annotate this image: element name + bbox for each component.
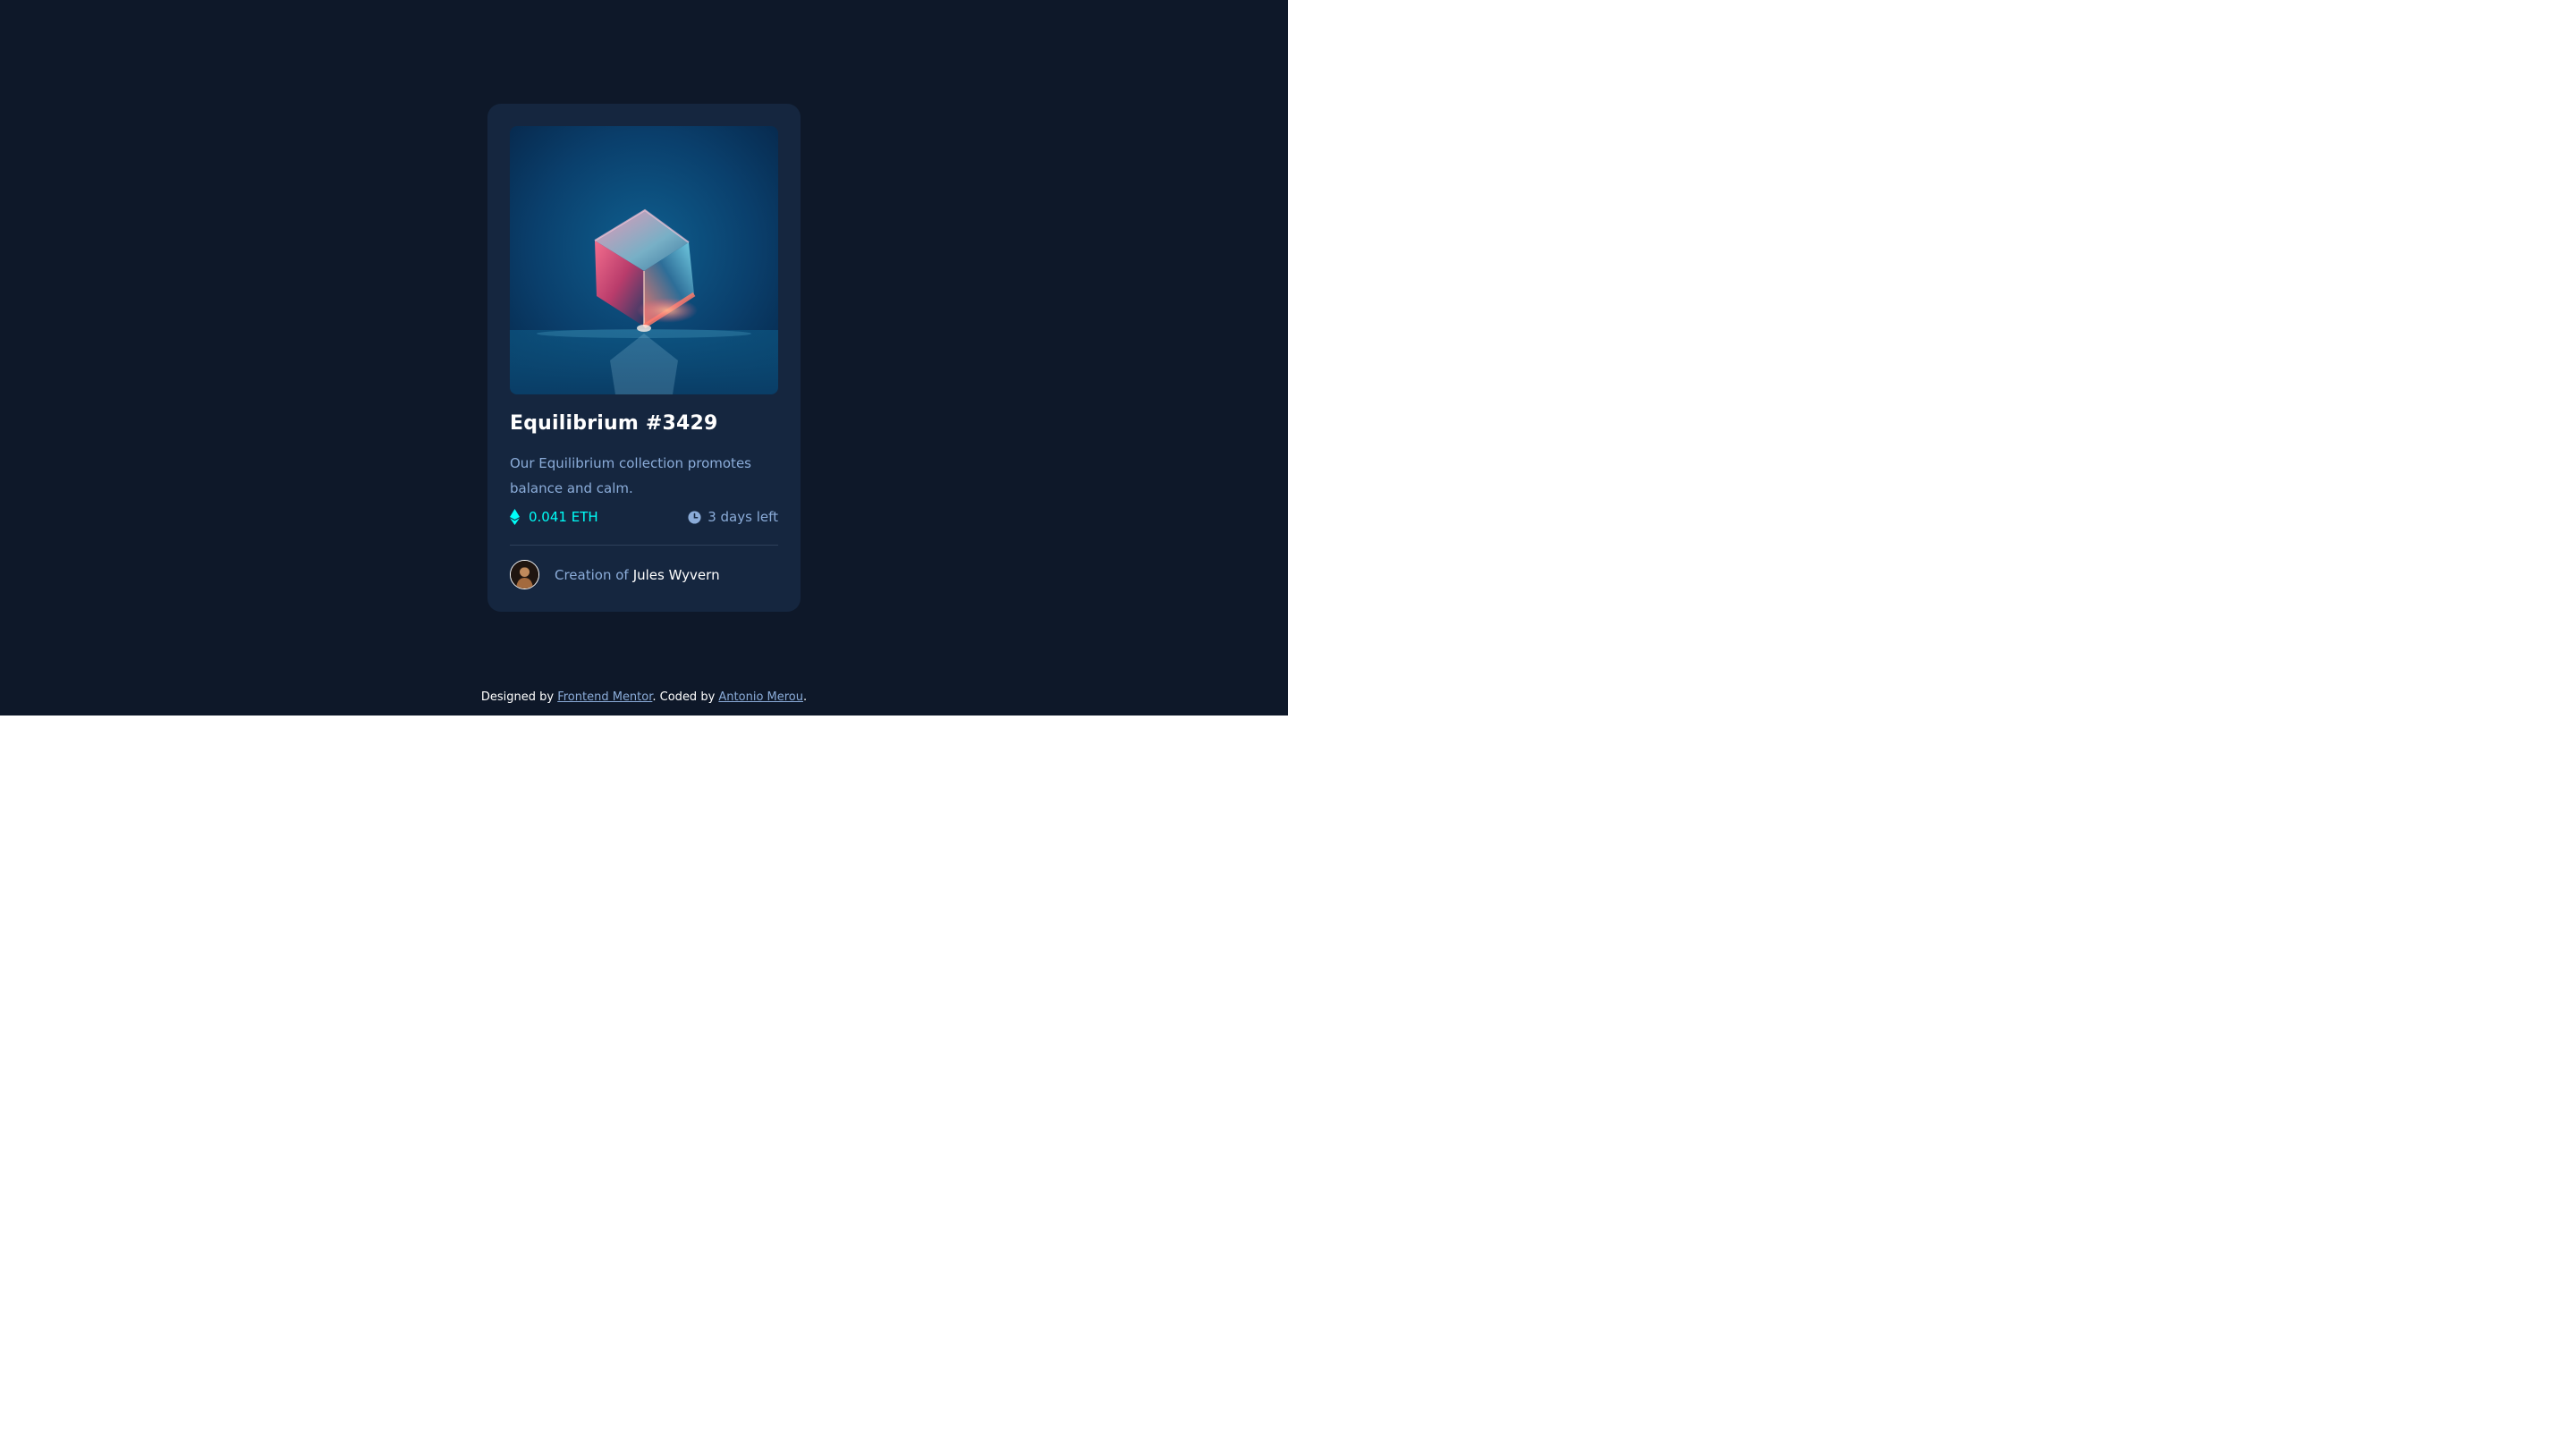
attribution-separator: . Coded by — [652, 690, 716, 704]
creator-name-link[interactable]: Jules Wyvern — [633, 567, 720, 583]
clock-icon — [688, 510, 701, 524]
page-background: Equilibrium #3429 Our Equilibrium collec… — [0, 0, 1288, 716]
nft-card: Equilibrium #3429 Our Equilibrium collec… — [487, 104, 801, 612]
time-left: 3 days left — [688, 509, 778, 525]
nft-meta: 0.041 ETH 3 days left — [510, 509, 778, 529]
creator-prefix: Creation of — [555, 566, 629, 583]
nft-description: Our Equilibrium collection promotes bala… — [510, 455, 751, 496]
divider — [510, 545, 778, 546]
price: 0.041 ETH — [510, 509, 598, 525]
price-value: 0.041 ETH — [529, 509, 598, 525]
avatar — [510, 560, 539, 589]
nft-image[interactable] — [510, 126, 778, 394]
attribution-end: . — [803, 690, 808, 704]
time-left-value: 3 days left — [708, 509, 778, 525]
attribution-designed-by: Designed by — [480, 690, 555, 704]
nft-title[interactable]: Equilibrium #3429 — [510, 412, 718, 435]
ethereum-icon — [510, 509, 520, 525]
creator: Creation of Jules Wyvern — [510, 560, 720, 589]
frontend-mentor-link[interactable]: Frontend Mentor — [557, 690, 652, 704]
crystal-cube-image — [510, 126, 778, 394]
coder-link[interactable]: Antonio Merou — [718, 690, 803, 704]
attribution: Designed by Frontend Mentor. Coded by An… — [0, 690, 1288, 704]
